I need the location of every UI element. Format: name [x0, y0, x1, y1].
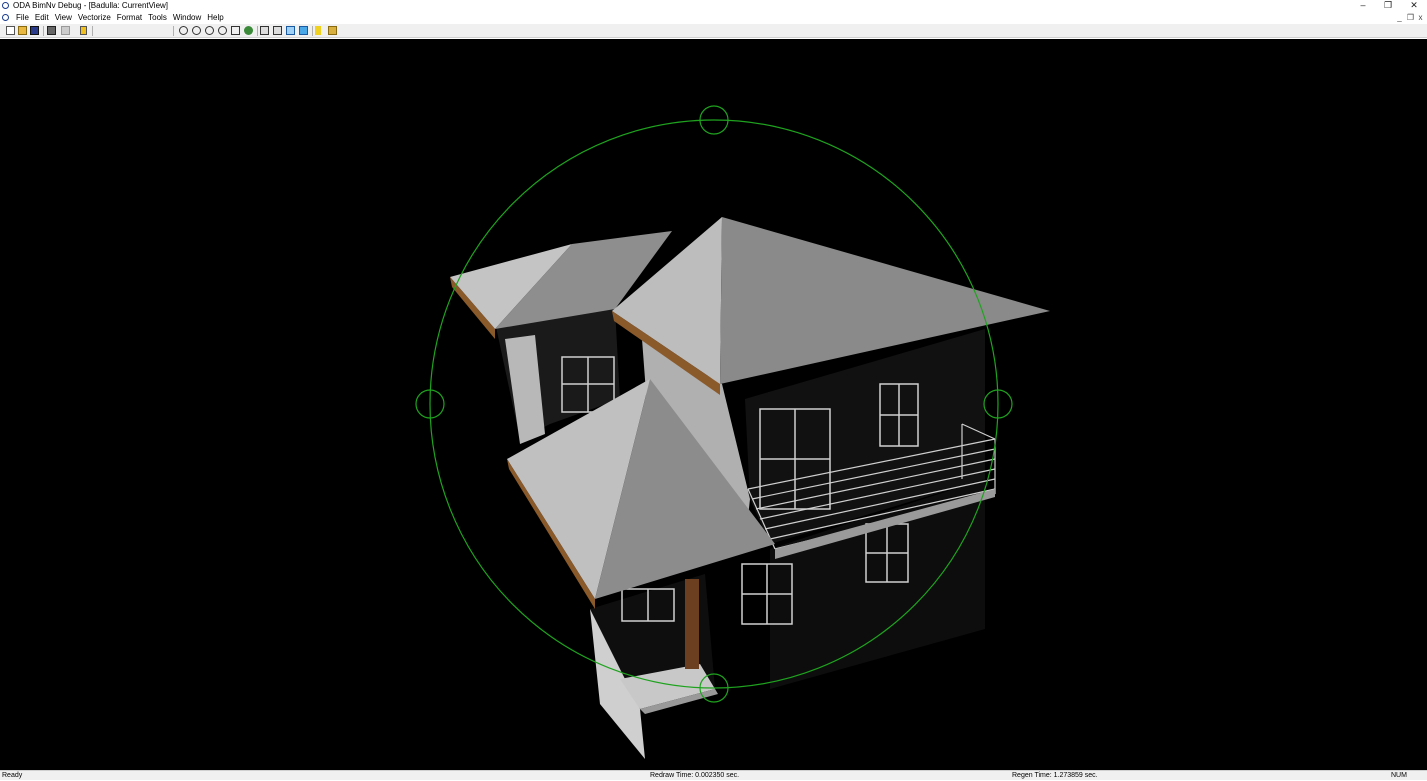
- menu-format[interactable]: Format: [117, 13, 142, 22]
- mdi-close-button[interactable]: x: [1416, 13, 1425, 22]
- box-view-icon[interactable]: [260, 26, 269, 35]
- orbit-icon[interactable]: [231, 26, 240, 35]
- toolbar-separator: [312, 26, 313, 36]
- new-icon[interactable]: [6, 26, 15, 35]
- toolbar: [0, 24, 1427, 38]
- pan-icon[interactable]: [244, 26, 253, 35]
- toolbar-separator: [43, 26, 44, 36]
- menu-vectorize[interactable]: Vectorize: [78, 13, 111, 22]
- document-icon[interactable]: [2, 14, 9, 21]
- open-icon[interactable]: [18, 26, 27, 35]
- lightning-icon[interactable]: [315, 26, 321, 35]
- zoom-extents-icon[interactable]: [179, 26, 188, 35]
- print-preview-icon[interactable]: [61, 26, 70, 35]
- shaded-box-icon[interactable]: [299, 26, 308, 35]
- toolbar-separator: [92, 26, 93, 36]
- menu-window[interactable]: Window: [173, 13, 201, 22]
- status-bar: Ready Redraw Time: 0.002350 sec. Regen T…: [0, 770, 1427, 780]
- zoom-in-icon[interactable]: [192, 26, 201, 35]
- menu-view[interactable]: View: [55, 13, 72, 22]
- zoom-window-icon[interactable]: [218, 26, 227, 35]
- close-button[interactable]: ✕: [1402, 0, 1426, 12]
- menu-tools[interactable]: Tools: [148, 13, 167, 22]
- window-title: ODA BimNv Debug - [Badulla: CurrentView]: [13, 1, 169, 10]
- save-icon[interactable]: [30, 26, 39, 35]
- app-icon: [2, 2, 9, 9]
- restore-button[interactable]: ❐: [1376, 0, 1400, 12]
- box-view-2-icon[interactable]: [273, 26, 282, 35]
- print-icon[interactable]: [47, 26, 56, 35]
- toolbar-separator: [173, 26, 174, 36]
- settings-icon[interactable]: [328, 26, 337, 35]
- menu-help[interactable]: Help: [207, 13, 223, 22]
- toolbar-separator: [257, 26, 258, 36]
- title-bar: ODA BimNv Debug - [Badulla: CurrentView]…: [0, 0, 1427, 12]
- menu-bar: File Edit View Vectorize Format Tools Wi…: [0, 12, 1427, 24]
- menu-edit[interactable]: Edit: [35, 13, 49, 22]
- front-door: [685, 579, 699, 669]
- help-icon[interactable]: [80, 26, 87, 35]
- render-viewport[interactable]: [0, 39, 1427, 770]
- menu-file[interactable]: File: [16, 13, 29, 22]
- mdi-restore-button[interactable]: ❐: [1406, 13, 1415, 22]
- house-model-view: [0, 39, 1427, 770]
- wireframe-box-icon[interactable]: [286, 26, 295, 35]
- zoom-out-icon[interactable]: [205, 26, 214, 35]
- minimize-button[interactable]: –: [1351, 0, 1375, 12]
- mdi-minimize-button[interactable]: _: [1395, 13, 1404, 22]
